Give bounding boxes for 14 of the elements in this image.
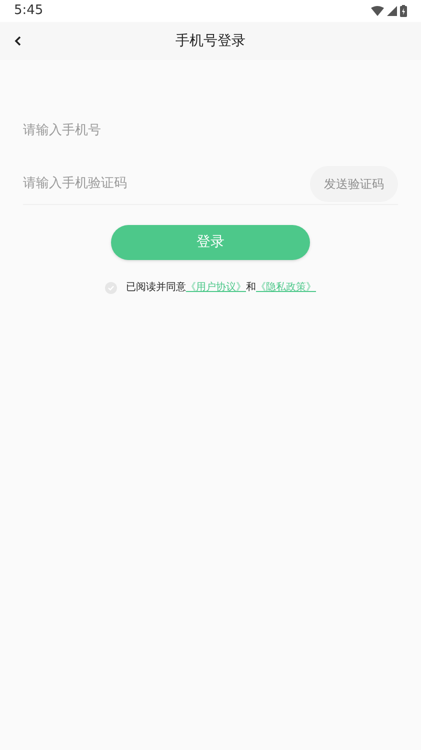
code-input-field[interactable]: 请输入手机验证码	[23, 165, 310, 202]
page-title: 手机号登录	[176, 32, 246, 50]
battery-icon	[400, 5, 407, 17]
wifi-icon	[371, 6, 384, 16]
status-time: 5:45	[14, 2, 44, 20]
joiner-text: 和	[246, 280, 256, 295]
login-button[interactable]: 登录	[111, 225, 310, 260]
check-icon	[107, 284, 115, 292]
signal-icon	[387, 6, 397, 16]
privacy-policy-link[interactable]: 《隐私政策》	[256, 280, 316, 295]
agree-checkbox[interactable]	[105, 282, 117, 294]
phone-input-field[interactable]: 请输入手机号	[23, 110, 398, 150]
agreement-text: 已阅读并同意	[126, 280, 186, 295]
user-agreement-link[interactable]: 《用户协议》	[186, 280, 246, 295]
